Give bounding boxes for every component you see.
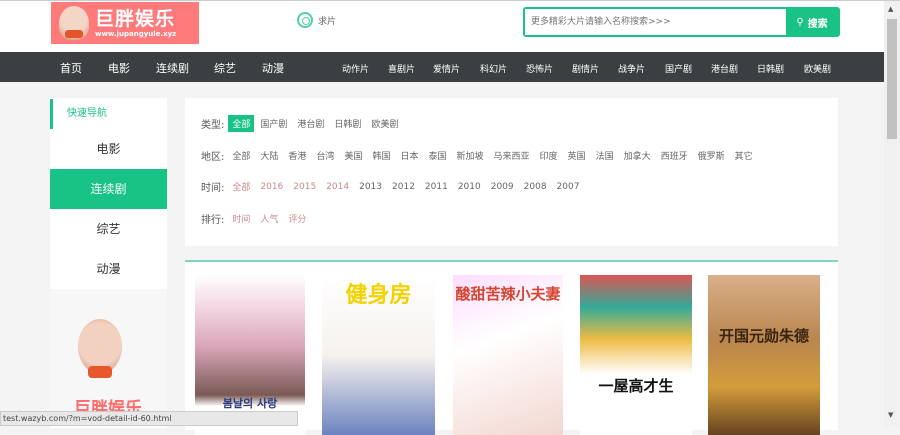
request-movie-link[interactable]: 求片 [297, 12, 336, 28]
poster-title: 一屋高才生 [598, 377, 674, 395]
nav-genre[interactable]: 战争片 [618, 62, 645, 75]
filter-option[interactable]: 时间 [228, 210, 254, 227]
request-label: 求片 [318, 16, 337, 27]
search-button-label: 搜索 [807, 18, 828, 30]
filter-option[interactable]: 马来西亚 [490, 147, 534, 164]
filter-option[interactable]: 其它 [731, 147, 757, 164]
nav-home[interactable]: 首页 [60, 60, 82, 76]
disc-icon [297, 12, 313, 28]
filter-option[interactable]: 全部 [228, 178, 254, 195]
logo-title: 巨胖娱乐 [95, 8, 176, 30]
poster-card[interactable]: 酸甜苦辣小夫妻 [453, 275, 563, 435]
poster-title: 봄날의 사랑 [222, 397, 278, 410]
search-button[interactable]: ⚲ 搜索 [786, 9, 838, 35]
nav-genre[interactable]: 剧情片 [572, 62, 599, 75]
filter-option[interactable]: 港台剧 [293, 115, 328, 132]
scroll-up-icon[interactable]: ▲ [888, 5, 893, 13]
sidebar-title: 快速导航 [50, 99, 167, 129]
status-bar-url: test.wazyb.com/?m=vod-detail-id-60.html [0, 411, 298, 426]
filter-sort: 排行: 时间 人气 评分 [201, 210, 312, 227]
nav-series[interactable]: 连续剧 [156, 60, 189, 76]
scrollbar[interactable]: ▲ ▼ [884, 1, 900, 426]
filter-option[interactable]: 2011 [421, 180, 452, 194]
poster-card[interactable]: 健身房 [322, 275, 435, 435]
filter-option[interactable]: 国产剧 [256, 115, 291, 132]
nav-genre[interactable]: 国产剧 [665, 62, 692, 75]
nav-variety[interactable]: 综艺 [214, 60, 236, 76]
poster-grid: 봄날의 사랑 健身房 酸甜苦辣小夫妻 一屋高才生 开国元勋朱德 [185, 260, 838, 435]
nav-genre[interactable]: 日韩剧 [757, 62, 784, 75]
poster-title: 开国元勋朱德 [718, 327, 809, 345]
filter-option[interactable]: 2010 [454, 180, 485, 194]
filter-option[interactable]: 韩国 [368, 147, 394, 164]
filter-option[interactable]: 俄罗斯 [694, 147, 729, 164]
search-bar: ⚲ 搜索 [523, 7, 840, 37]
search-input[interactable] [525, 9, 786, 35]
filter-option[interactable]: 人气 [256, 210, 282, 227]
nav-movie[interactable]: 电影 [108, 60, 130, 76]
poster-title: 酸甜苦辣小夫妻 [455, 285, 561, 303]
filter-type: 类型: 全部 国产剧 港台剧 日韩剧 欧美剧 [201, 115, 404, 132]
scroll-thumb[interactable] [887, 19, 897, 139]
filter-option[interactable]: 全部 [228, 147, 254, 164]
filter-year: 时间: 全部 2016 2015 2014 2013 2012 2011 2010 2009 200… [201, 178, 585, 195]
sidebar-item-anime[interactable]: 动漫 [50, 249, 167, 289]
filter-panel: 类型: 全部 国产剧 港台剧 日韩剧 欧美剧 地区: 全部 大陆 香港 台湾 美国 韩国 日本… [185, 98, 838, 246]
nav-genre[interactable]: 恐怖片 [526, 62, 553, 75]
filter-area: 地区: 全部 大陆 香港 台湾 美国 韩国 日本 泰国 新加坡 马来西亚 印度 英国 法国 加拿大 西班牙 俄罗… [201, 147, 759, 164]
nav-genre[interactable]: 喜剧片 [388, 62, 415, 75]
sidebar-item-variety[interactable]: 综艺 [50, 209, 167, 249]
sidebar-item-series[interactable]: 连续剧 [50, 169, 167, 209]
nav-genre[interactable]: 港台剧 [711, 62, 738, 75]
nav-genre[interactable]: 科幻片 [480, 62, 507, 75]
filter-label: 时间: [201, 183, 225, 194]
filter-option[interactable]: 2009 [487, 180, 518, 194]
filter-option[interactable]: 全部 [228, 115, 255, 132]
filter-option[interactable]: 2013 [355, 180, 386, 194]
poster-card[interactable]: 一屋高才生 [580, 275, 692, 435]
sidebar: 快速导航 电影 连续剧 综艺 动漫 巨胖娱乐 [50, 98, 167, 428]
filter-option[interactable]: 西班牙 [657, 147, 692, 164]
nav-genre[interactable]: 欧美剧 [804, 62, 831, 75]
logo-url: www.jupangyule.xyz [95, 30, 177, 38]
filter-option[interactable]: 加拿大 [620, 147, 655, 164]
filter-option[interactable]: 法国 [592, 147, 618, 164]
filter-option[interactable]: 日韩剧 [330, 115, 365, 132]
scroll-down-icon[interactable]: ▼ [888, 411, 893, 419]
filter-option[interactable]: 大陆 [256, 147, 282, 164]
filter-label: 类型: [201, 120, 225, 131]
filter-option[interactable]: 泰国 [424, 147, 450, 164]
filter-option[interactable]: 2015 [289, 180, 320, 194]
promo-banner[interactable]: 巨胖娱乐 [50, 289, 167, 424]
filter-option[interactable]: 新加坡 [453, 147, 488, 164]
filter-option[interactable]: 2008 [520, 180, 551, 194]
poster-title: 健身房 [345, 283, 412, 308]
filter-option[interactable]: 2014 [322, 180, 353, 194]
filter-option[interactable]: 台湾 [312, 147, 338, 164]
filter-option[interactable]: 美国 [340, 147, 366, 164]
filter-option[interactable]: 英国 [564, 147, 590, 164]
main-nav: 首页 电影 连续剧 综艺 动漫 动作片 喜剧片 爱情片 科幻片 恐怖片 剧情片 … [0, 52, 884, 82]
filter-option[interactable]: 日本 [396, 147, 422, 164]
filter-option[interactable]: 欧美剧 [367, 115, 402, 132]
filter-option[interactable]: 香港 [284, 147, 310, 164]
nav-anime[interactable]: 动漫 [262, 60, 284, 76]
search-icon: ⚲ [796, 16, 804, 28]
filter-option[interactable]: 评分 [284, 210, 310, 227]
filter-option[interactable]: 印度 [536, 147, 562, 164]
filter-label: 地区: [201, 152, 225, 163]
sidebar-item-movie[interactable]: 电影 [50, 129, 167, 169]
filter-option[interactable]: 2016 [256, 180, 287, 194]
header: 巨胖娱乐 www.jupangyule.xyz 求片 ⚲ 搜索 [0, 1, 884, 52]
mascot-image [78, 319, 122, 378]
nav-genre[interactable]: 动作片 [342, 62, 369, 75]
filter-label: 排行: [201, 215, 225, 226]
site-logo[interactable]: 巨胖娱乐 www.jupangyule.xyz [51, 2, 199, 44]
filter-option[interactable]: 2012 [388, 180, 419, 194]
poster-card[interactable]: 开国元勋朱德 [708, 275, 820, 435]
nav-genre[interactable]: 爱情片 [433, 62, 460, 75]
mascot-icon [59, 6, 89, 40]
filter-option[interactable]: 2007 [553, 180, 584, 194]
